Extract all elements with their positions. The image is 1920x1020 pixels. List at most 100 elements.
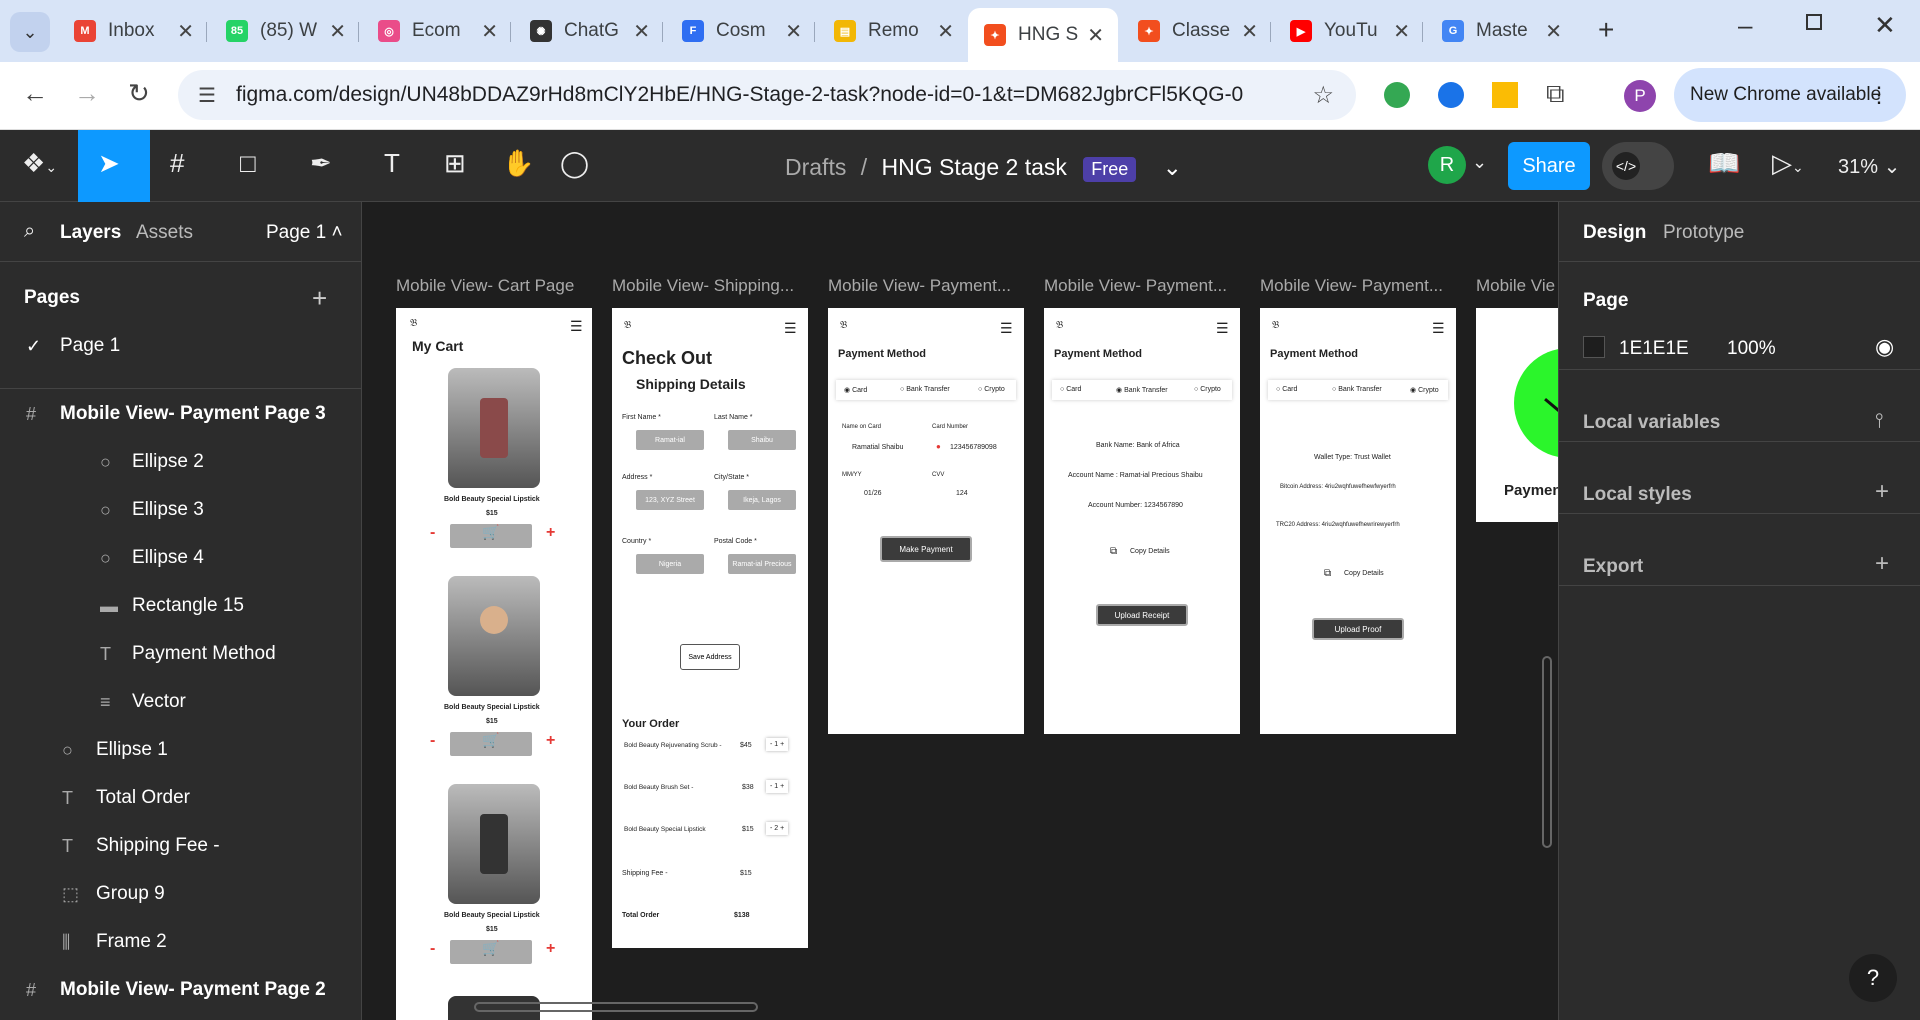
library-book-icon[interactable]: 📖: [1708, 148, 1740, 179]
tab-close-icon[interactable]: ✕: [1393, 19, 1410, 44]
order-qty-stepper[interactable]: - 1 +: [766, 780, 789, 793]
layer-item[interactable]: # Mobile View- Payment Page 2: [0, 966, 362, 1014]
frame-label[interactable]: Mobile View- Cart Page: [396, 276, 574, 296]
decrease-button[interactable]: -: [430, 732, 435, 750]
payment-option-radio[interactable]: ○ Crypto: [978, 386, 1005, 393]
add-to-cart-button[interactable]: 🛒: [450, 524, 532, 548]
layer-item[interactable]: T Payment Method: [0, 630, 362, 678]
upload-receipt-button[interactable]: Upload Receipt: [1096, 604, 1188, 626]
add-to-cart-button[interactable]: 🛒: [450, 940, 532, 964]
more-menu-icon[interactable]: ⋮: [1868, 82, 1890, 108]
order-qty-stepper[interactable]: - 2 +: [766, 822, 789, 835]
tab-prototype[interactable]: Prototype: [1663, 222, 1744, 244]
search-icon[interactable]: ⌕: [24, 220, 35, 243]
layer-item[interactable]: ⫼ Frame 2: [0, 918, 362, 966]
copy-icon[interactable]: ⧉: [1324, 568, 1331, 579]
field-input[interactable]: Nigeria: [636, 554, 704, 574]
tab-close-icon[interactable]: ✕: [1087, 23, 1104, 48]
visibility-eye-icon[interactable]: ◉: [1875, 334, 1894, 360]
export-section[interactable]: Export +: [1559, 514, 1920, 586]
frame-payment-bank[interactable]: 𝔅 ☰ Payment Method ○ Card ◉ Bank Transfer…: [1044, 308, 1240, 734]
resources-tool-icon[interactable]: ⊞: [444, 148, 466, 179]
browser-tab[interactable]: ✦ Classe ✕: [1122, 10, 1272, 52]
tab-close-icon[interactable]: ✕: [329, 19, 346, 44]
close-window-button[interactable]: ✕: [1874, 10, 1896, 41]
frame-label[interactable]: Mobile View- Payment...: [1260, 276, 1443, 296]
variables-sliders-icon[interactable]: ⫯: [1875, 410, 1884, 433]
frame-payment-crypto[interactable]: 𝔅 ☰ Payment Method ○ Card ○ Bank Transfer…: [1260, 308, 1456, 734]
extension-owl-icon[interactable]: [1438, 82, 1464, 108]
upload-proof-button[interactable]: Upload Proof: [1312, 618, 1404, 640]
tab-close-icon[interactable]: ✕: [633, 19, 650, 44]
multiplayer-chevron-icon[interactable]: ⌄: [1472, 152, 1487, 173]
add-style-icon[interactable]: +: [1875, 478, 1889, 506]
frame-shipping[interactable]: 𝔅 ☰ Check Out Shipping Details First Nam…: [612, 308, 808, 948]
frame-tool-icon[interactable]: #: [170, 148, 184, 179]
bookmark-star-icon[interactable]: ☆: [1312, 81, 1334, 110]
frame-payment-card[interactable]: 𝔅 ☰ Payment Method ◉ Card ○ Bank Transfer…: [828, 308, 1024, 734]
design-canvas[interactable]: Mobile View- Cart Page Mobile View- Shipp…: [362, 202, 1558, 1020]
payment-option-radio[interactable]: ○ Card: [1060, 386, 1081, 393]
minimize-button[interactable]: –: [1738, 10, 1752, 41]
bg-opacity[interactable]: 100%: [1727, 338, 1776, 360]
local-variables-section[interactable]: Local variables ⫯: [1559, 370, 1920, 442]
increase-button[interactable]: +: [546, 732, 555, 750]
tab-close-icon[interactable]: ✕: [481, 19, 498, 44]
present-play-icon[interactable]: ▷⌄: [1772, 148, 1804, 179]
hand-tool-icon[interactable]: ✋: [502, 148, 534, 179]
layer-item[interactable]: # Mobile View- Payment Page 3: [0, 390, 362, 438]
tab-design[interactable]: Design: [1583, 222, 1646, 244]
new-chrome-available-button[interactable]: New Chrome available ⋮: [1674, 68, 1906, 122]
frame-label[interactable]: Mobile View- Payment...: [1044, 276, 1227, 296]
address-bar[interactable]: ☰ figma.com/design/UN48bDDAZ9rHd8mClY2Hb…: [178, 70, 1356, 120]
field-input[interactable]: Shaibu: [728, 430, 796, 450]
add-export-icon[interactable]: +: [1875, 550, 1889, 578]
layer-item[interactable]: T Total Order: [0, 774, 362, 822]
extensions-puzzle-icon[interactable]: ⧉: [1546, 78, 1565, 110]
extension-robot-icon[interactable]: [1384, 82, 1410, 108]
browser-tab[interactable]: G Maste ✕: [1426, 10, 1576, 52]
payment-option-radio[interactable]: ○ Card: [1276, 386, 1297, 393]
decrease-button[interactable]: -: [430, 940, 435, 958]
bg-color-hex[interactable]: 1E1E1E: [1619, 338, 1689, 360]
layer-item[interactable]: ○ Ellipse 1: [0, 726, 362, 774]
vertical-scrollbar[interactable]: [1542, 656, 1552, 848]
layer-item[interactable]: ⬚ Group 9: [0, 870, 362, 918]
decrease-button[interactable]: -: [430, 524, 435, 542]
back-button[interactable]: ←: [22, 78, 48, 109]
text-tool-icon[interactable]: T: [384, 148, 400, 179]
field-input[interactable]: Ramat-ial Precious: [728, 554, 796, 574]
layer-item[interactable]: ○ Ellipse 2: [0, 438, 362, 486]
horizontal-scrollbar[interactable]: [474, 1002, 758, 1012]
page-item[interactable]: ✓ Page 1: [0, 322, 362, 370]
file-name[interactable]: HNG Stage 2 task: [882, 154, 1067, 180]
tab-close-icon[interactable]: ✕: [937, 19, 954, 44]
bg-color-swatch[interactable]: [1583, 336, 1605, 358]
browser-tab[interactable]: ✺ ChatG ✕: [514, 10, 664, 52]
browser-tab[interactable]: ◎ Ecom ✕: [362, 10, 512, 52]
layer-item[interactable]: ≡ Vector: [0, 678, 362, 726]
make-payment-button[interactable]: Make Payment: [880, 536, 972, 562]
increase-button[interactable]: +: [546, 940, 555, 958]
field-input[interactable]: Ramat-ial: [636, 430, 704, 450]
add-to-cart-button[interactable]: 🛒: [450, 732, 532, 756]
user-avatar[interactable]: R: [1428, 146, 1466, 184]
browser-tab[interactable]: ▤ Remo ✕: [818, 10, 968, 52]
layer-item[interactable]: T Shipping Fee -: [0, 822, 362, 870]
shape-tool-icon[interactable]: □: [240, 148, 256, 179]
frame-label[interactable]: Mobile View- Shipping...: [612, 276, 794, 296]
site-info-icon[interactable]: ☰: [198, 83, 216, 108]
browser-tab[interactable]: 85 (85) W ✕: [210, 10, 360, 52]
reload-button[interactable]: ↻: [128, 78, 150, 109]
local-styles-section[interactable]: Local styles +: [1559, 442, 1920, 514]
copy-icon[interactable]: ⧉: [1110, 546, 1117, 557]
frame-label[interactable]: Mobile View- Payment...: [828, 276, 1011, 296]
restore-button[interactable]: [1806, 14, 1822, 30]
zoom-level[interactable]: 31% ⌄: [1838, 154, 1900, 179]
browser-tab[interactable]: M Inbox ✕: [58, 10, 208, 52]
save-address-button[interactable]: Save Address: [680, 644, 740, 670]
page-selector[interactable]: Page 1 ˄: [266, 222, 343, 244]
frame-cart[interactable]: 𝔅 ☰ My Cart Bold Beauty Special Lipstick…: [396, 308, 592, 1020]
profile-avatar[interactable]: P: [1624, 80, 1656, 112]
frame-label[interactable]: Mobile Vie: [1476, 276, 1555, 296]
